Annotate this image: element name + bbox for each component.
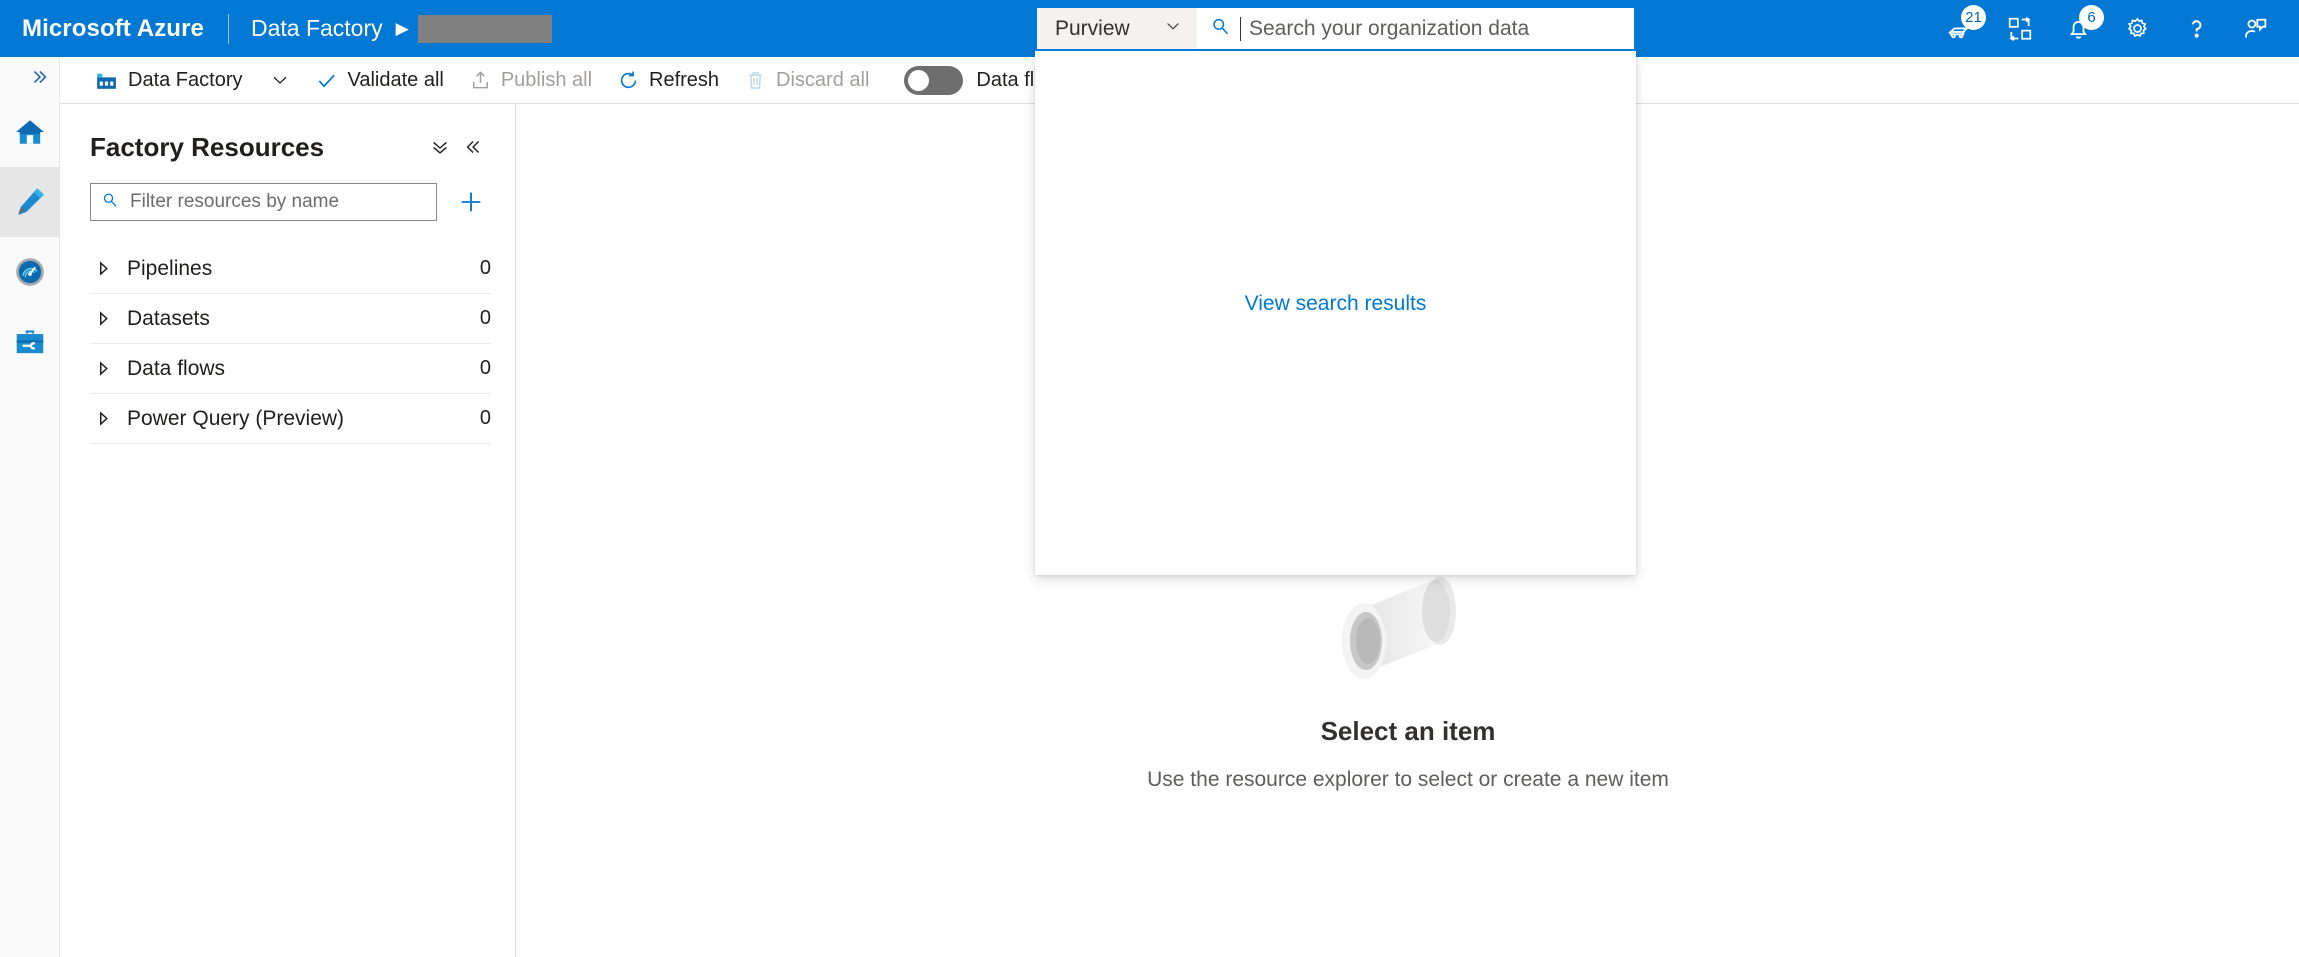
publish-all-label: Publish all (500, 68, 593, 91)
toggle-track (904, 65, 964, 95)
factory-resources-header: Factory Resources (60, 104, 515, 164)
feedback-person-icon[interactable] (2226, 0, 2285, 57)
breadcrumb-item-data-factory[interactable]: Data Factory (251, 15, 383, 42)
page-title: Factory Resources (90, 131, 325, 162)
tree-item-data-flows[interactable]: Data flows 0 (90, 344, 491, 394)
tree-item-count: 0 (479, 307, 491, 329)
add-resource-button[interactable] (451, 182, 491, 222)
text-cursor (1240, 16, 1241, 41)
notifications-badge: 6 (2079, 5, 2104, 30)
help-question-icon[interactable] (2167, 0, 2226, 57)
search-input[interactable]: Search your organization data (1197, 8, 1634, 49)
gauge-monitor-icon (16, 258, 44, 286)
filter-row: Filter resources by name (60, 164, 515, 222)
refresh-icon (617, 69, 640, 92)
rail-item-manage[interactable] (0, 307, 60, 377)
collapse-panel-icon[interactable] (457, 130, 491, 164)
chevron-right-icon[interactable] (90, 411, 116, 426)
factory-resources-panel: Factory Resources Filter resources by na… (60, 104, 516, 957)
toggle-knob (908, 69, 930, 91)
pencil-icon (18, 188, 44, 215)
factory-resources-tree: Pipelines 0 Datasets 0 Data flows 0 Powe… (60, 244, 515, 444)
checkmark-icon (315, 69, 338, 92)
expand-rail-button[interactable] (0, 57, 60, 97)
azure-brand[interactable]: Microsoft Azure (22, 15, 204, 43)
tree-item-label: Data flows (127, 356, 226, 380)
chevron-down-icon (274, 76, 287, 84)
search-placeholder: Search your organization data (1249, 16, 1530, 40)
validate-all-label: Validate all (347, 68, 444, 91)
chevron-right-icon[interactable] (90, 361, 116, 376)
rail-item-home[interactable] (0, 97, 60, 167)
tree-item-label: Pipelines (127, 256, 213, 280)
cloud-shell-badge: 21 (1961, 5, 1986, 30)
view-search-results-link[interactable]: View search results (1245, 292, 1427, 316)
data-factory-selector[interactable]: Data Factory (89, 61, 253, 99)
search-scope-label: Purview (1055, 16, 1130, 40)
upload-icon (469, 69, 492, 92)
collapse-all-icon[interactable] (423, 130, 457, 164)
search-results-flyout: View search results (1035, 51, 1636, 575)
data-factory-label: Data Factory (128, 68, 243, 91)
toolbox-icon (16, 330, 44, 354)
global-search-bar[interactable]: Purview Search your organization data (1035, 6, 1636, 51)
refresh-label: Refresh (649, 68, 720, 91)
breadcrumb-caret-icon: ▶ (395, 18, 409, 38)
factory-dropdown-chevron[interactable] (259, 61, 301, 99)
filter-resources-input[interactable]: Filter resources by name (90, 183, 437, 221)
left-nav-rail (0, 57, 60, 957)
empty-state-title: Select an item (1320, 716, 1496, 746)
empty-state-subtitle: Use the resource explorer to select or c… (1147, 768, 1669, 791)
rail-item-monitor[interactable] (0, 237, 60, 307)
notifications-bell-icon[interactable]: 6 (2049, 0, 2108, 57)
tree-item-count: 0 (479, 257, 491, 279)
tree-item-datasets[interactable]: Datasets 0 (90, 294, 491, 344)
discard-all-button: Discard all (733, 61, 880, 99)
breadcrumb: Data Factory ▶ (251, 14, 552, 43)
rail-item-author[interactable] (0, 167, 60, 237)
search-scope-dropdown[interactable]: Purview (1037, 8, 1197, 49)
tree-item-pipelines[interactable]: Pipelines 0 (90, 244, 491, 294)
brand-divider (227, 13, 229, 44)
trash-icon (744, 69, 767, 92)
search-icon (101, 191, 119, 214)
search-icon (1210, 16, 1231, 42)
tree-item-count: 0 (479, 407, 491, 429)
filter-placeholder: Filter resources by name (130, 191, 340, 212)
tree-item-count: 0 (479, 357, 491, 379)
tree-item-label: Datasets (127, 306, 210, 330)
validate-all-button[interactable]: Validate all (304, 61, 454, 99)
plus-icon (461, 192, 481, 212)
chevron-down-icon (1163, 16, 1183, 41)
directory-switcher-icon[interactable] (1990, 0, 2049, 57)
refresh-button[interactable]: Refresh (606, 61, 730, 99)
cloud-shell-icon[interactable]: 21 (1931, 0, 1990, 57)
tree-item-label: Power Query (Preview) (127, 406, 345, 430)
settings-gear-icon[interactable] (2108, 0, 2167, 57)
chevron-right-icon[interactable] (90, 311, 116, 326)
factory-icon (94, 68, 119, 93)
discard-all-label: Discard all (776, 68, 870, 91)
top-actions: 21 6 (1931, 0, 2285, 57)
tree-item-power-query[interactable]: Power Query (Preview) 0 (90, 394, 491, 444)
breadcrumb-item-redacted[interactable] (417, 14, 552, 43)
publish-all-button: Publish all (458, 61, 603, 99)
home-icon (16, 120, 44, 144)
chevron-right-icon[interactable] (90, 261, 116, 276)
